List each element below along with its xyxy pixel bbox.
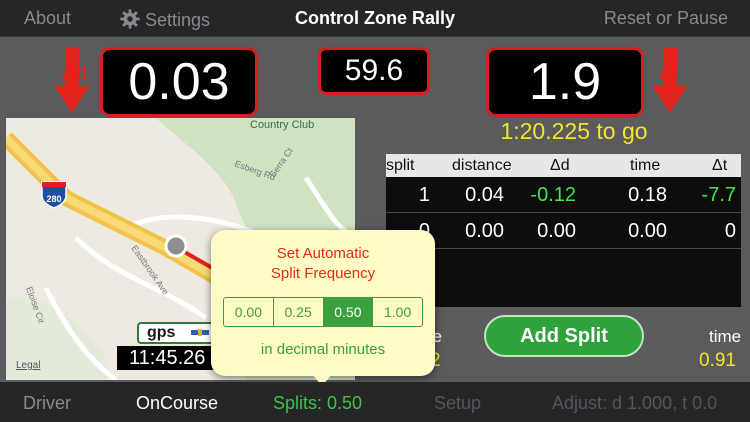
svg-text:Legal: Legal	[16, 360, 40, 371]
cell-delta-t: -7.7	[701, 184, 736, 206]
time-value: 0.91	[699, 350, 736, 371]
popover-subtitle: in decimal minutes	[260, 341, 386, 358]
tab-adjust[interactable]: Adjust: d 1.000, t 0.0	[552, 393, 717, 414]
tab-setup[interactable]: Setup	[434, 393, 481, 414]
header-split: split	[386, 157, 415, 174]
tab-driver[interactable]: Driver	[23, 393, 71, 414]
splits-table: split distance Δd time Δt 1 0.04 -0.12 0…	[386, 154, 741, 307]
table-row[interactable]: 0 0.00 0.00 0.00 0	[386, 213, 741, 249]
cell-delta-d: 0.00	[537, 220, 576, 242]
gps-indicator: gps	[137, 322, 215, 344]
table-header: split distance Δd time Δt	[386, 154, 741, 177]
speed-display: 59.6	[318, 47, 430, 95]
reset-pause-button[interactable]: Reset or Pause	[604, 8, 728, 29]
gps-clock: 11:45.26	[117, 346, 217, 370]
gps-label: gps	[147, 324, 176, 341]
time-to-go: 1:20.225 to go	[500, 118, 648, 144]
cell-time: 0.00	[628, 220, 667, 242]
tab-splits[interactable]: Splits: 0.50	[273, 393, 362, 414]
segment-option-selected[interactable]: 0.50	[323, 298, 374, 326]
header-distance: distance	[452, 157, 512, 174]
header-delta-d: Δd	[550, 157, 570, 174]
cell-delta-t: 0	[724, 220, 736, 242]
delta-t-label: Δt	[659, 63, 678, 85]
segment-option[interactable]: 0.25	[274, 298, 324, 326]
location-marker	[164, 234, 188, 258]
svg-text:280: 280	[46, 194, 61, 204]
popover-title: Set Automatic Split Frequency	[211, 244, 435, 284]
segment-option[interactable]: 0.00	[224, 298, 274, 326]
time-label: time	[709, 327, 742, 346]
table-row[interactable]: 1 0.04 -0.12 0.18 -7.7	[386, 177, 741, 213]
tab-oncourse[interactable]: OnCourse	[136, 393, 218, 414]
popover-title-line1: Set Automatic	[276, 245, 370, 262]
delta-d-label: Δd	[62, 63, 87, 85]
svg-text:Country Club: Country Club	[250, 119, 314, 131]
cell-delta-d: -0.12	[530, 184, 576, 206]
delta-t-display: 1.9	[486, 47, 644, 117]
bottom-tab-bar: Driver OnCourse Splits: 0.50 Setup Adjus…	[0, 382, 750, 422]
add-split-button[interactable]: Add Split	[484, 315, 644, 357]
header-delta-t: Δt	[712, 157, 728, 174]
delta-d-display: 0.03	[100, 47, 258, 117]
split-frequency-popover: Set Automatic Split Frequency 0.00 0.25 …	[211, 230, 435, 376]
cell-time: 0.18	[628, 184, 667, 206]
header-time: time	[630, 157, 661, 174]
cell-split: 1	[418, 184, 430, 206]
cell-distance: 0.00	[465, 220, 504, 242]
split-frequency-segmented-control: 0.00 0.25 0.50 1.00	[223, 297, 423, 327]
segment-option[interactable]: 1.00	[373, 298, 422, 326]
popover-title-line2: Split Frequency	[270, 265, 376, 282]
satellite-icon	[191, 329, 209, 336]
cell-distance: 0.04	[465, 184, 504, 206]
top-bar: About Settings Control Zone Rally Reset …	[0, 0, 750, 37]
